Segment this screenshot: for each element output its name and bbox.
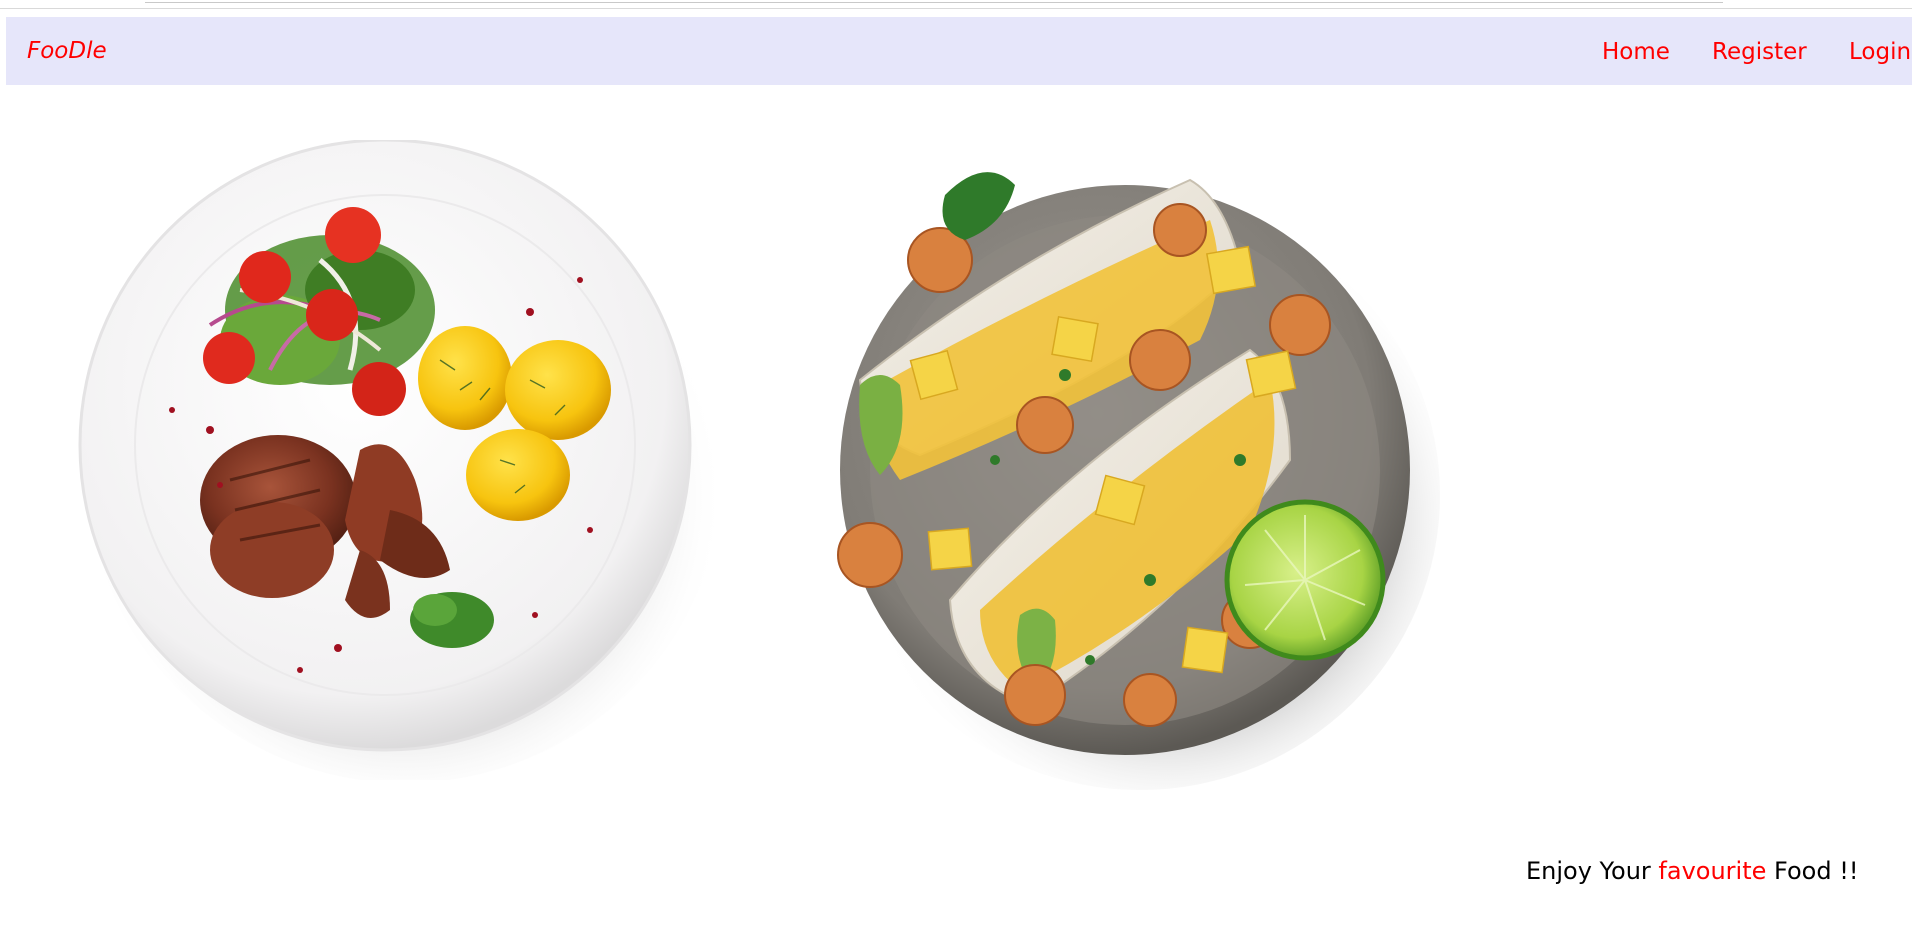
tagline-accent: favourite — [1658, 857, 1767, 885]
brand-logo-link[interactable]: FooDle — [27, 38, 107, 64]
hero-section — [0, 140, 1912, 840]
top-divider — [145, 0, 1723, 3]
navbar: FooDle Home Register Login — [6, 17, 1912, 85]
tacos-plate-image — [837, 172, 1440, 790]
steak-plate-image — [78, 140, 720, 780]
tagline: Enjoy Your favourite Food !! — [1526, 857, 1858, 885]
nav-register-link[interactable]: Register — [1712, 39, 1807, 65]
tagline-part2: Food !! — [1766, 857, 1859, 885]
browser-top-border — [0, 0, 1912, 9]
nav-home-link[interactable]: Home — [1602, 39, 1670, 65]
tagline-part1: Enjoy Your — [1526, 857, 1659, 885]
nav-login-link[interactable]: Login — [1849, 39, 1911, 65]
